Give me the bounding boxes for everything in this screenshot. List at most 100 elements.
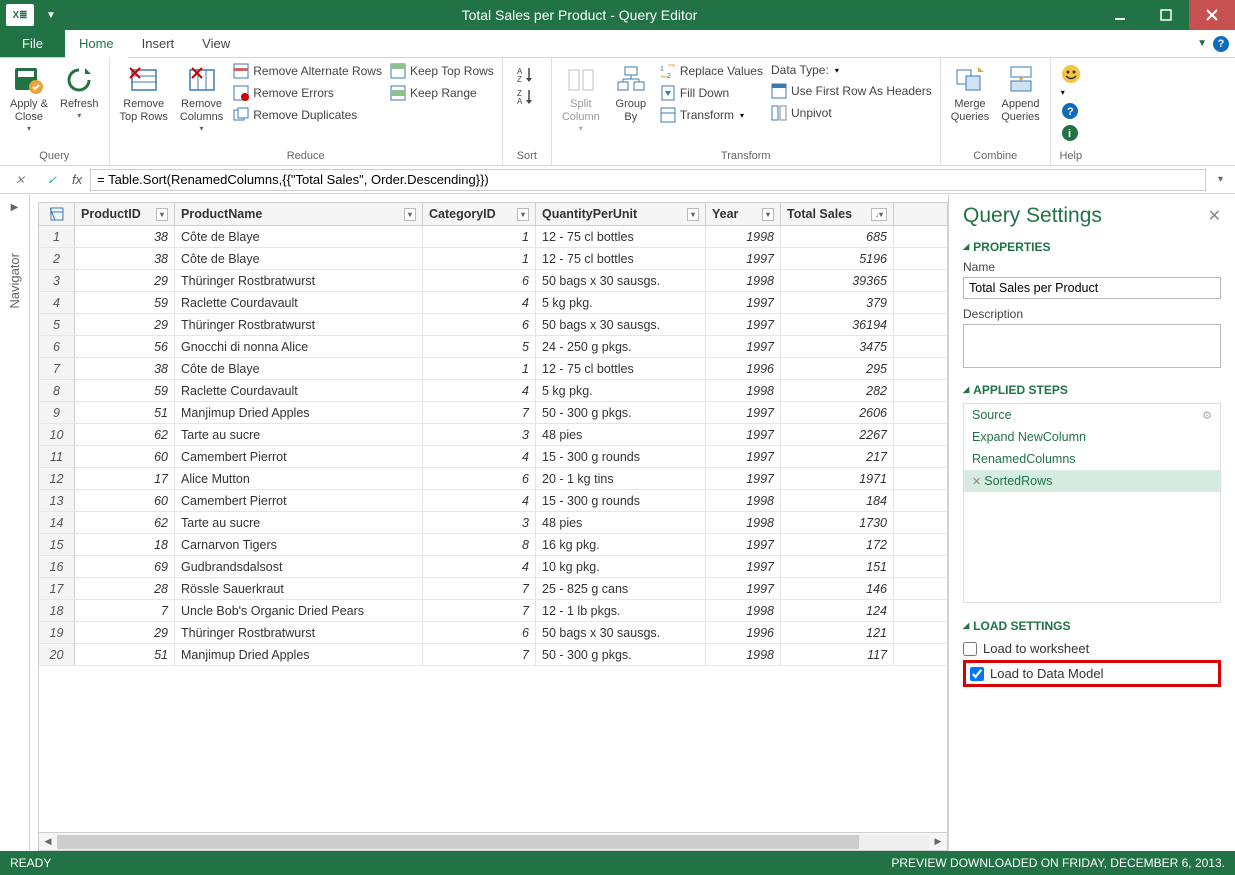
query-name-input[interactable] <box>963 277 1221 299</box>
refresh-button[interactable]: Refresh▾ <box>54 60 105 124</box>
help-question-icon[interactable]: ? <box>1061 102 1081 120</box>
step-source[interactable]: Source⚙ <box>964 404 1220 426</box>
formula-input[interactable] <box>90 169 1206 191</box>
keep-top-rows-button[interactable]: Keep Top Rows <box>386 60 498 82</box>
col-category-id[interactable]: CategoryID▾ <box>423 203 536 225</box>
apply-close-button[interactable]: Apply & Close▾ <box>4 60 54 137</box>
col-product-name[interactable]: ProductName▾ <box>175 203 423 225</box>
cancel-formula-icon[interactable]: ✕ <box>8 173 32 187</box>
close-settings-icon[interactable]: ✕ <box>1208 206 1221 226</box>
svg-text:Z: Z <box>517 75 522 84</box>
properties-heading[interactable]: PROPERTIES <box>963 240 1221 254</box>
confirm-formula-icon[interactable]: ✓ <box>40 173 64 187</box>
status-bar: READY PREVIEW DOWNLOADED ON FRIDAY, DECE… <box>0 851 1235 875</box>
first-row-headers-button[interactable]: Use First Row As Headers <box>767 80 936 102</box>
query-description-input[interactable] <box>963 324 1221 368</box>
append-queries-button[interactable]: Append Queries <box>995 60 1046 128</box>
tab-insert[interactable]: Insert <box>128 30 189 57</box>
group-label-sort: Sort <box>507 148 547 165</box>
replace-values-button[interactable]: 12Replace Values <box>656 60 767 82</box>
svg-text:A: A <box>517 97 523 106</box>
table-row[interactable]: 1728Rössle Sauerkraut725 - 825 g cans199… <box>39 578 947 600</box>
table-row[interactable]: 2051Manjimup Dried Apples750 - 300 g pkg… <box>39 644 947 666</box>
table-row[interactable]: 951Manjimup Dried Apples750 - 300 g pkgs… <box>39 402 947 424</box>
delete-step-icon[interactable]: ✕ <box>972 476 984 488</box>
fill-down-button[interactable]: Fill Down <box>656 82 767 104</box>
table-row[interactable]: 1217Alice Mutton620 - 1 kg tins19971971 <box>39 468 947 490</box>
step-expand[interactable]: Expand NewColumn <box>964 426 1220 448</box>
fx-icon[interactable]: fx <box>72 172 82 187</box>
split-column-button[interactable]: Split Column▾ <box>556 60 606 137</box>
horizontal-scrollbar[interactable]: ◀▶ <box>39 832 947 850</box>
load-data-model-highlight: Load to Data Model <box>963 660 1221 687</box>
load-worksheet-row[interactable]: Load to worksheet <box>963 639 1221 658</box>
help-smiley-icon[interactable]: ▾ <box>1061 64 1081 98</box>
table-row[interactable]: 238Côte de Blaye112 - 75 cl bottles19975… <box>39 248 947 270</box>
table-row[interactable]: 738Côte de Blaye112 - 75 cl bottles19962… <box>39 358 947 380</box>
help-info-icon[interactable]: i <box>1061 124 1081 142</box>
title-bar: X≣ ▼ Total Sales per Product - Query Edi… <box>0 0 1235 30</box>
remove-top-rows-button[interactable]: Remove Top Rows <box>114 60 174 128</box>
filter-icon[interactable]: ▾ <box>762 208 774 221</box>
remove-duplicates-button[interactable]: Remove Duplicates <box>229 104 386 126</box>
navigator-label: Navigator <box>7 253 22 309</box>
table-row[interactable]: 859Raclette Courdavault45 kg pkg.1998282 <box>39 380 947 402</box>
group-label-transform: Transform <box>556 148 936 165</box>
table-row[interactable]: 1360Camembert Pierrot415 - 300 g rounds1… <box>39 490 947 512</box>
load-data-model-checkbox[interactable] <box>970 667 984 681</box>
table-row[interactable]: 1062Tarte au sucre348 pies19972267 <box>39 424 947 446</box>
group-by-button[interactable]: Group By <box>606 60 656 128</box>
table-row[interactable]: 459Raclette Courdavault45 kg pkg.1997379 <box>39 292 947 314</box>
table-row[interactable]: 1669Gudbrandsdalsost410 kg pkg.1997151 <box>39 556 947 578</box>
table-row[interactable]: 329Thüringer Rostbratwurst650 bags x 30 … <box>39 270 947 292</box>
select-all-cell[interactable] <box>39 203 75 225</box>
merge-queries-button[interactable]: Merge Queries <box>945 60 996 128</box>
load-settings-heading[interactable]: LOAD SETTINGS <box>963 619 1221 633</box>
data-type-button[interactable]: Data Type:▾ <box>767 60 936 80</box>
gear-icon[interactable]: ⚙ <box>1202 409 1212 422</box>
filter-icon[interactable]: ↓▾ <box>871 208 887 221</box>
col-year[interactable]: Year▾ <box>706 203 781 225</box>
table-row[interactable]: 656Gnocchi di nonna Alice524 - 250 g pkg… <box>39 336 947 358</box>
sort-desc-button[interactable]: ZA <box>515 86 539 108</box>
remove-alternate-rows-button[interactable]: Remove Alternate Rows <box>229 60 386 82</box>
remove-errors-button[interactable]: Remove Errors <box>229 82 386 104</box>
table-row[interactable]: 1462Tarte au sucre348 pies19981730 <box>39 512 947 534</box>
help-dropdown-icon[interactable]: ▼ <box>1197 38 1207 49</box>
qat-dropdown-icon[interactable]: ▼ <box>40 10 62 21</box>
sort-asc-button[interactable]: AZ <box>515 64 539 86</box>
table-row[interactable]: 1518Carnarvon Tigers816 kg pkg.1997172 <box>39 534 947 556</box>
formula-expand-icon[interactable]: ▾ <box>1214 174 1227 185</box>
keep-range-button[interactable]: Keep Range <box>386 82 498 104</box>
remove-columns-button[interactable]: Remove Columns▾ <box>174 60 229 137</box>
col-product-id[interactable]: ProductID▾ <box>75 203 175 225</box>
data-grid[interactable]: ProductID▾ ProductName▾ CategoryID▾ Quan… <box>38 202 948 851</box>
table-row[interactable]: 187Uncle Bob's Organic Dried Pears712 - … <box>39 600 947 622</box>
maximize-button[interactable] <box>1143 0 1189 30</box>
navigator-expand-icon[interactable]: ▶ <box>11 202 19 213</box>
col-total-sales[interactable]: Total Sales↓▾ <box>781 203 894 225</box>
minimize-button[interactable] <box>1097 0 1143 30</box>
load-worksheet-checkbox[interactable] <box>963 642 977 656</box>
col-qpu[interactable]: QuantityPerUnit▾ <box>536 203 706 225</box>
close-button[interactable] <box>1189 0 1235 30</box>
table-row[interactable]: 138Côte de Blaye112 - 75 cl bottles19986… <box>39 226 947 248</box>
filter-icon[interactable]: ▾ <box>404 208 416 221</box>
transform-button[interactable]: Transform▾ <box>656 104 767 126</box>
table-row[interactable]: 1929Thüringer Rostbratwurst650 bags x 30… <box>39 622 947 644</box>
unpivot-button[interactable]: Unpivot <box>767 102 936 124</box>
tab-view[interactable]: View <box>188 30 244 57</box>
filter-icon[interactable]: ▾ <box>517 208 529 221</box>
tab-file[interactable]: File <box>0 30 65 57</box>
tab-home[interactable]: Home <box>65 30 128 57</box>
applied-steps-heading[interactable]: APPLIED STEPS <box>963 383 1221 397</box>
step-renamed[interactable]: RenamedColumns <box>964 448 1220 470</box>
filter-icon[interactable]: ▾ <box>687 208 699 221</box>
help-icon[interactable]: ? <box>1213 36 1229 52</box>
step-sorted[interactable]: ✕ SortedRows <box>964 470 1220 492</box>
table-row[interactable]: 1160Camembert Pierrot415 - 300 g rounds1… <box>39 446 947 468</box>
group-label-help: Help <box>1055 148 1087 165</box>
table-row[interactable]: 529Thüringer Rostbratwurst650 bags x 30 … <box>39 314 947 336</box>
load-data-model-row[interactable]: Load to Data Model <box>970 664 1214 683</box>
filter-icon[interactable]: ▾ <box>156 208 168 221</box>
